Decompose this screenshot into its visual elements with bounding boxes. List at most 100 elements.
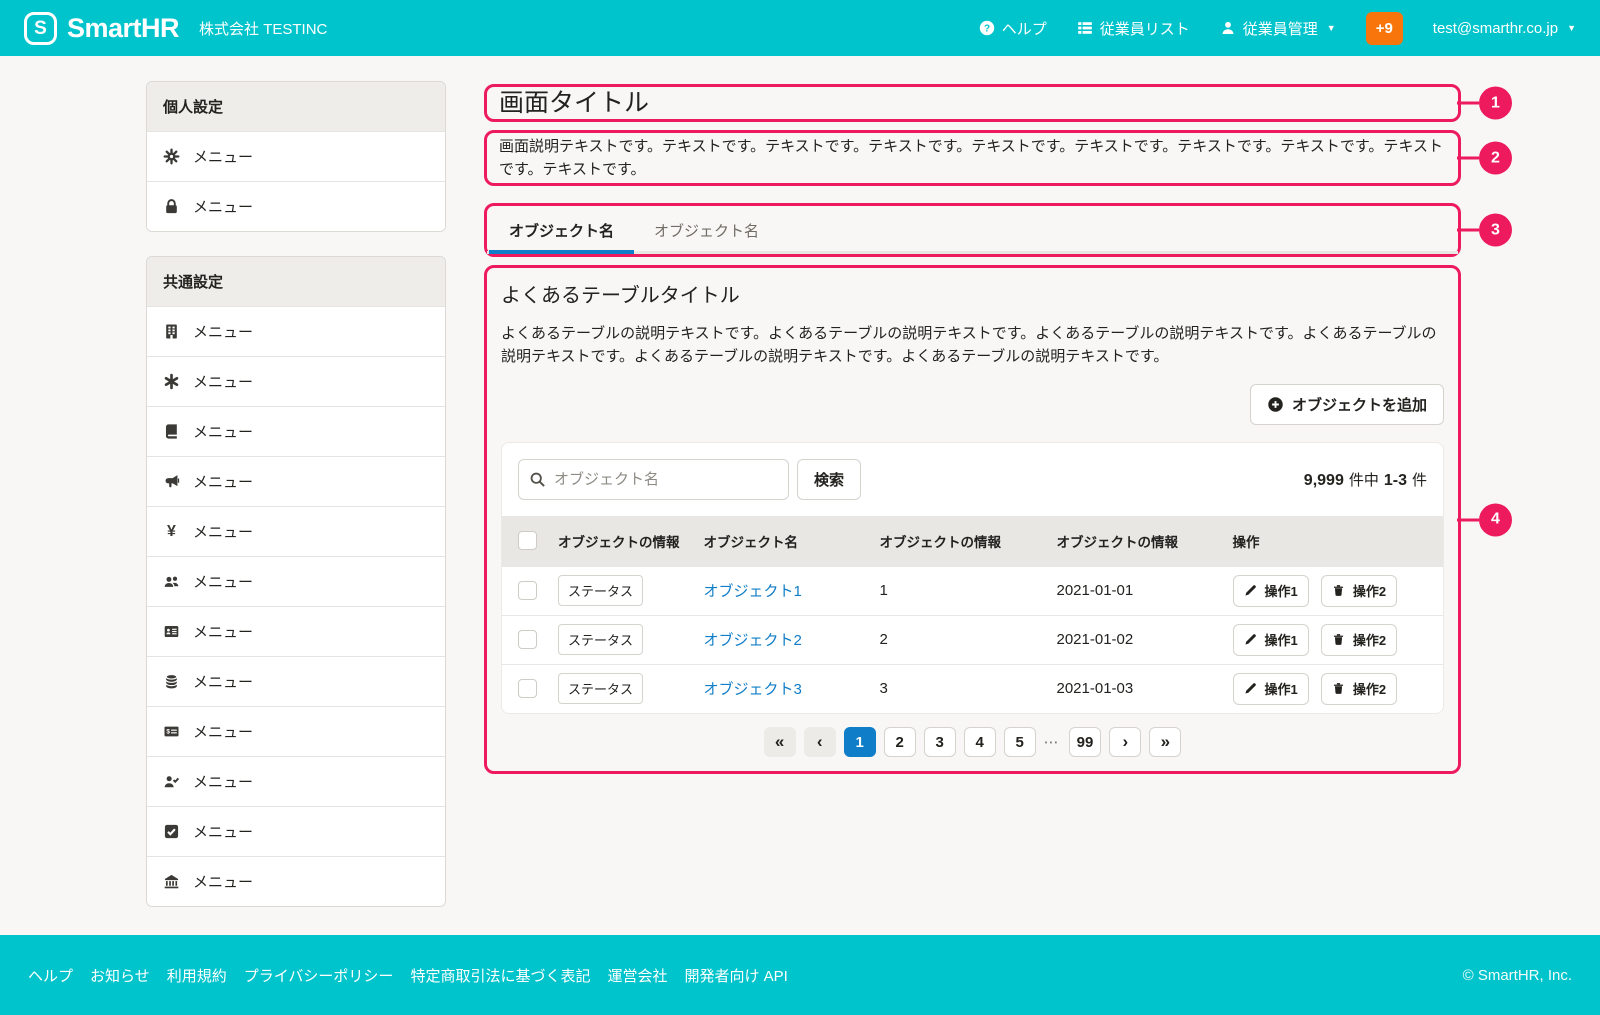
footer-link-developer-api[interactable]: 開発者向け API [684, 965, 787, 986]
id-card-icon [163, 623, 180, 640]
row-checkbox[interactable] [518, 679, 537, 698]
search-row: 検索 9,999 件中 1-3 件 [502, 443, 1443, 516]
object-date: 2021-01-03 [1045, 664, 1221, 713]
add-object-label: オブジェクトを追加 [1292, 394, 1427, 415]
edit-action-label: 操作1 [1265, 630, 1298, 649]
delete-action-button[interactable]: 操作2 [1321, 673, 1397, 705]
pagination-next-button[interactable]: › [1109, 727, 1141, 757]
edit-action-button[interactable]: 操作1 [1233, 673, 1309, 705]
sidebar-item-label: メニュー [193, 521, 253, 542]
pagination-ellipsis: ⋯ [1044, 733, 1061, 751]
megaphone-icon [163, 473, 180, 490]
tab-object-2[interactable]: オブジェクト名 [634, 206, 779, 254]
column-header[interactable]: オブジェクト名 [692, 516, 868, 566]
annotated-region-tabs: オブジェクト名 オブジェクト名 3 [484, 203, 1461, 257]
pagination-page-1[interactable]: 1 [844, 727, 876, 757]
sidebar-item-menu[interactable]: メニュー [147, 756, 445, 806]
chevron-down-icon: ▼ [1327, 23, 1336, 33]
object-link[interactable]: オブジェクト1 [704, 583, 802, 600]
delete-action-label: 操作2 [1353, 679, 1386, 698]
edit-action-button[interactable]: 操作1 [1233, 575, 1309, 607]
pagination-page-5[interactable]: 5 [1004, 727, 1036, 757]
count-unit-middle: 件中 [1349, 469, 1379, 490]
delete-action-label: 操作2 [1353, 630, 1386, 649]
pagination-page-4[interactable]: 4 [964, 727, 996, 757]
pagination: « ‹ 1 2 3 4 5 ⋯ 99 › » [501, 727, 1444, 757]
pencil-icon [1244, 682, 1257, 695]
sidebar-item-menu[interactable]: メニュー [147, 306, 445, 356]
edit-action-button[interactable]: 操作1 [1233, 624, 1309, 656]
sidebar-item-menu[interactable]: メニュー [147, 856, 445, 906]
object-date: 2021-01-01 [1045, 566, 1221, 615]
tab-object-1[interactable]: オブジェクト名 [489, 206, 634, 254]
column-header[interactable]: オブジェクトの情報 [868, 516, 1045, 566]
sidebar-item-label: メニュー [193, 721, 253, 742]
delete-action-button[interactable]: 操作2 [1321, 624, 1397, 656]
pagination-first-button[interactable]: « [764, 727, 796, 757]
row-checkbox[interactable] [518, 630, 537, 649]
pagination-prev-button[interactable]: ‹ [804, 727, 836, 757]
svg-text:?: ? [984, 23, 990, 34]
table-row: ステータス オブジェクト2 2 2021-01-02 操作1 [502, 615, 1443, 664]
pagination-page-99[interactable]: 99 [1069, 727, 1102, 757]
table-header-row: オブジェクトの情報 オブジェクト名 オブジェクトの情報 オブジェクトの情報 操作 [502, 516, 1443, 566]
sidebar-item-menu[interactable]: メニュー [147, 456, 445, 506]
list-icon [1077, 20, 1093, 36]
sidebar-item-menu[interactable]: メニュー [147, 356, 445, 406]
object-link[interactable]: オブジェクト3 [704, 681, 802, 698]
pagination-page-2[interactable]: 2 [884, 727, 916, 757]
sidebar-item-menu[interactable]: ¥ メニュー [147, 506, 445, 556]
user-icon [1220, 20, 1236, 36]
question-circle-icon: ? [979, 20, 995, 36]
search-button[interactable]: 検索 [797, 459, 861, 500]
copyright: © SmartHR, Inc. [1463, 967, 1572, 984]
pencil-icon [1244, 584, 1257, 597]
sidebar-item-menu[interactable]: メニュー [147, 556, 445, 606]
annotation-marker-4: 4 [1479, 503, 1512, 536]
delete-action-button[interactable]: 操作2 [1321, 575, 1397, 607]
sidebar-item-label: メニュー [193, 321, 253, 342]
pagination-page-3[interactable]: 3 [924, 727, 956, 757]
delete-action-label: 操作2 [1353, 581, 1386, 600]
help-label: ヘルプ [1002, 18, 1047, 39]
footer-link-company[interactable]: 運営会社 [607, 965, 667, 986]
sidebar-item-menu[interactable]: $ メニュー [147, 706, 445, 756]
select-all-checkbox[interactable] [518, 531, 537, 550]
footer-link-news[interactable]: お知らせ [90, 965, 150, 986]
sidebar-item-menu[interactable]: メニュー [147, 181, 445, 231]
account-menu[interactable]: test@smarthr.co.jp ▼ [1433, 20, 1576, 37]
object-table: オブジェクトの情報 オブジェクト名 オブジェクトの情報 オブジェクトの情報 操作… [502, 516, 1443, 713]
help-link[interactable]: ? ヘルプ [979, 18, 1047, 39]
sidebar-item-menu[interactable]: メニュー [147, 656, 445, 706]
status-badge: ステータス [558, 673, 643, 704]
object-link[interactable]: オブジェクト2 [704, 632, 802, 649]
sidebar-item-menu[interactable]: メニュー [147, 406, 445, 456]
footer-link-terms[interactable]: 利用規約 [167, 965, 227, 986]
plus-circle-icon [1267, 396, 1284, 413]
sidebar-item-label: メニュー [193, 371, 253, 392]
object-date: 2021-01-02 [1045, 615, 1221, 664]
sidebar-item-label: メニュー [193, 571, 253, 592]
column-header[interactable]: オブジェクトの情報 [546, 516, 692, 566]
pagination-last-button[interactable]: » [1149, 727, 1181, 757]
notification-badge[interactable]: +9 [1366, 12, 1403, 45]
yen-icon: ¥ [163, 523, 180, 540]
tab-bar: オブジェクト名 オブジェクト名 [487, 206, 1458, 254]
footer-link-privacy[interactable]: プライバシーポリシー [244, 965, 394, 986]
employee-list-link[interactable]: 従業員リスト [1077, 18, 1190, 39]
table-row: ステータス オブジェクト3 3 2021-01-03 操作1 [502, 664, 1443, 713]
sidebar-item-menu[interactable]: メニュー [147, 131, 445, 181]
smarthr-logo[interactable]: S SmartHR [24, 12, 179, 45]
search-input[interactable] [518, 459, 789, 500]
footer-link-commerce-law[interactable]: 特定商取引法に基づく表記 [410, 965, 590, 986]
sidebar-item-label: メニュー [193, 471, 253, 492]
employee-admin-menu[interactable]: 従業員管理 ▼ [1220, 18, 1336, 39]
sidebar-item-label: メニュー [193, 821, 253, 842]
sidebar-item-menu[interactable]: メニュー [147, 806, 445, 856]
column-header[interactable]: オブジェクトの情報 [1045, 516, 1221, 566]
annotated-region-table: よくあるテーブルタイトル よくあるテーブルの説明テキストです。よくあるテーブルの… [484, 265, 1461, 774]
footer-link-help[interactable]: ヘルプ [28, 965, 73, 986]
row-checkbox[interactable] [518, 581, 537, 600]
add-object-button[interactable]: オブジェクトを追加 [1250, 384, 1444, 425]
sidebar-item-menu[interactable]: メニュー [147, 606, 445, 656]
